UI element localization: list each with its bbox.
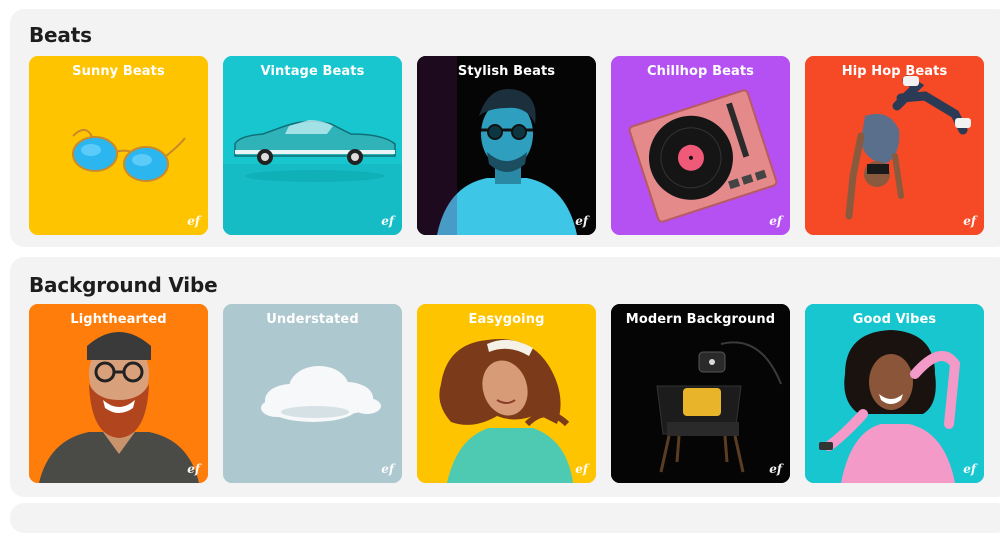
card-sunny-beats[interactable]: Sunny Beats ef (29, 56, 208, 235)
armchair-lamp-image (611, 304, 790, 483)
card-easygoing[interactable]: Easygoing ef (417, 304, 596, 483)
card-title: Easygoing (468, 312, 545, 327)
card-title: Vintage Beats (260, 64, 365, 79)
card-good-vibes[interactable]: Good Vibes ef (805, 304, 984, 483)
section-title: Background Vibe (29, 273, 218, 297)
brand-logo-icon: ef (187, 214, 200, 228)
brand-logo-icon: ef (187, 462, 200, 476)
card-title: Stylish Beats (457, 64, 556, 79)
breakdancer-image (805, 56, 984, 235)
card-vintage-beats[interactable]: Vintage Beats ef (223, 56, 402, 235)
card-title: Understated (266, 312, 359, 327)
brand-logo-icon: ef (769, 462, 782, 476)
card-hip-hop-beats[interactable]: Hip Hop Beats ef (805, 56, 984, 235)
card-title: Sunny Beats (72, 64, 165, 79)
card-title: Chillhop Beats (646, 64, 755, 79)
bearded-man-image (29, 304, 208, 483)
card-title: Hip Hop Beats (841, 64, 948, 79)
man-neon-portrait-image (417, 56, 596, 235)
card-lighthearted[interactable]: Lighthearted ef (29, 304, 208, 483)
brand-logo-icon: ef (769, 214, 782, 228)
section-title: Beats (29, 23, 92, 47)
card-stylish-beats[interactable]: Stylish Beats ef (417, 56, 596, 235)
brand-logo-icon: ef (381, 462, 394, 476)
brand-logo-icon: ef (963, 462, 976, 476)
card-title: Lighthearted (70, 312, 167, 327)
sunglasses-image (29, 56, 208, 235)
woman-headphones-image (805, 304, 984, 483)
beats-section: Beats Sunny Beats ef Vintage Beats ef St… (10, 9, 1000, 247)
brand-logo-icon: ef (575, 462, 588, 476)
card-chillhop-beats[interactable]: Chillhop Beats ef (611, 56, 790, 235)
brand-logo-icon: ef (575, 214, 588, 228)
record-player-image (611, 56, 790, 235)
background-vibe-section: Background Vibe Lighthearted ef Understa… (10, 257, 1000, 497)
brand-logo-icon: ef (381, 214, 394, 228)
card-title: Modern Background (625, 312, 776, 327)
card-title: Good Vibes (852, 312, 937, 327)
cloud-image (223, 304, 402, 483)
curly-woman-image (417, 304, 596, 483)
next-section-partial (10, 503, 1000, 533)
classic-car-image (223, 56, 402, 235)
brand-logo-icon: ef (963, 214, 976, 228)
card-modern-background[interactable]: Modern Background ef (611, 304, 790, 483)
card-understated[interactable]: Understated ef (223, 304, 402, 483)
